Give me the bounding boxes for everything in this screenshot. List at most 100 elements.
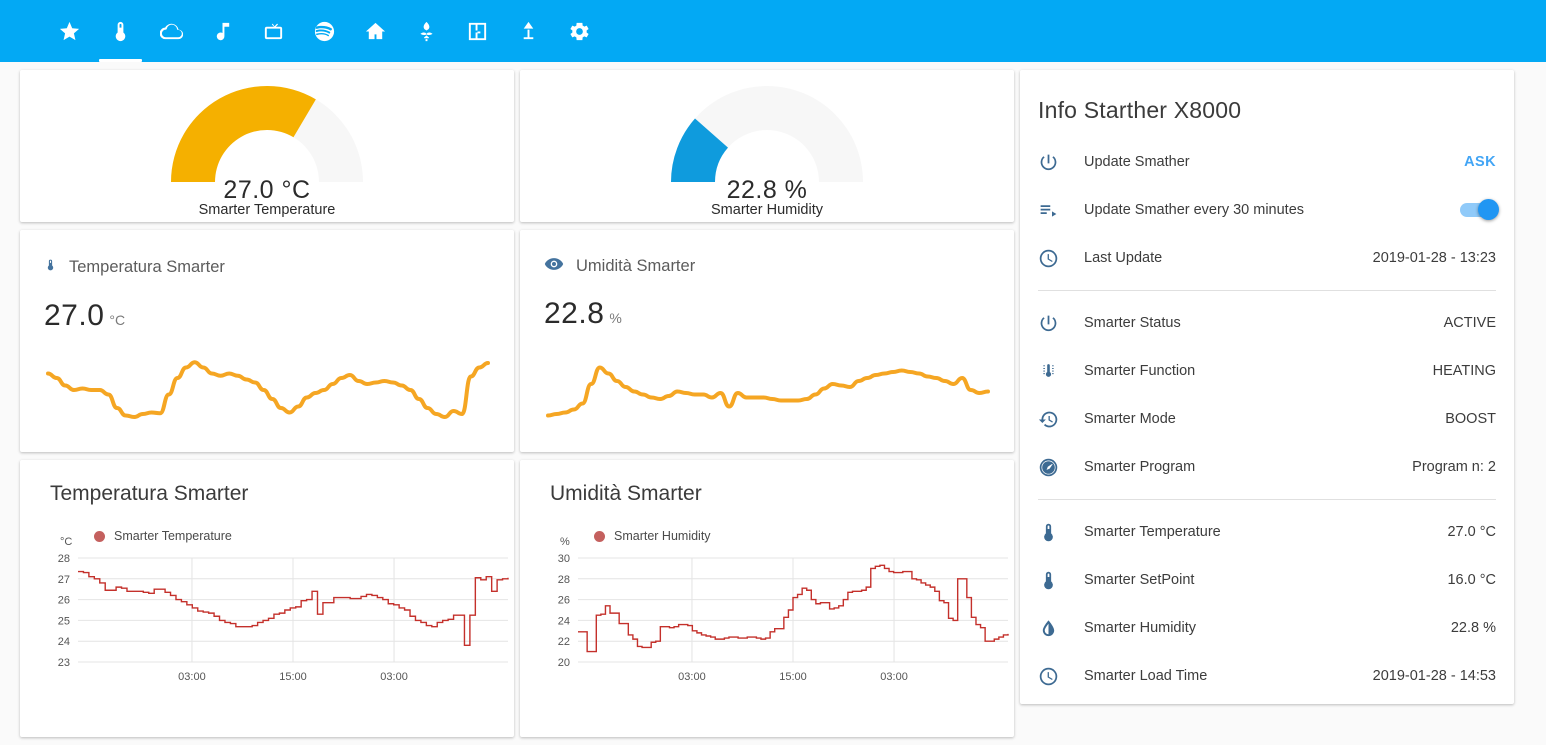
eye-icon [544, 254, 564, 279]
info-row-value: 2019-01-28 - 13:23 [1372, 250, 1496, 266]
y-axis-tick-label: 20 [558, 657, 570, 669]
tab-home[interactable] [350, 0, 401, 62]
speedometer-icon [1038, 457, 1084, 478]
info-row: Smarter Load Time 2019-01-28 - 14:53 [1038, 652, 1496, 700]
tab-spotify[interactable] [299, 0, 350, 62]
x-axis-tick-label: 15:00 [279, 671, 307, 683]
tab-lights[interactable] [503, 0, 554, 62]
info-row-value: BOOST [1445, 411, 1496, 427]
tab-music[interactable] [197, 0, 248, 62]
thermometer-icon [1038, 570, 1084, 591]
gear-icon [568, 20, 591, 43]
x-axis-tick-label: 03:00 [178, 671, 206, 683]
info-row: Smarter Temperature 27.0 °C [1038, 508, 1496, 556]
sensor-card-temperature[interactable]: Temperatura Smarter 27.0 °C [20, 230, 514, 452]
info-rows: Update Smather ASK Update Smather every 30… [1020, 124, 1514, 700]
gauge-value-humidity: 22.8 % [726, 176, 808, 204]
legend-dot-icon [594, 530, 605, 542]
tab-climate[interactable] [95, 0, 146, 62]
sensor-value-block-humidity: 22.8 % [520, 279, 1014, 331]
tab-plants[interactable] [401, 0, 452, 62]
info-row-label: Last Update [1084, 250, 1163, 266]
gauge-card-humidity[interactable]: 22.8 % Smarter Humidity [520, 70, 1014, 222]
info-row-label: Update Smather [1084, 154, 1190, 170]
chart-title-humidity: Umidità Smarter [550, 482, 702, 505]
chart-legend-humidity[interactable]: Smarter Humidity [520, 506, 1014, 543]
spotify-icon [313, 20, 336, 43]
chart-legend-temperature[interactable]: Smarter Temperature [20, 506, 514, 543]
chart-yaxis-unit-humidity: % [560, 536, 570, 548]
chart-yaxis-unit-temperature: °C [60, 536, 73, 548]
water-icon [1038, 618, 1084, 639]
sparkline-temperature [40, 339, 498, 444]
chart-title-temperature: Temperatura Smarter [50, 482, 249, 505]
y-axis-tick-label: 28 [58, 553, 70, 565]
thermometer-icon [1038, 522, 1084, 543]
info-row-label: Smarter Mode [1084, 411, 1176, 427]
tab-tv[interactable] [248, 0, 299, 62]
info-row: Smarter Mode BOOST [1038, 395, 1496, 443]
sparkline-path [546, 365, 990, 418]
x-axis-tick-label: 03:00 [380, 671, 408, 683]
sparkline-humidity [540, 339, 998, 444]
dashboard-content: 27.0 °C Smarter Temperature 22.8 % Smart… [0, 62, 1546, 745]
info-row-label: Smarter Load Time [1084, 668, 1208, 684]
home-icon [364, 20, 387, 43]
info-row-label: Smarter SetPoint [1084, 572, 1195, 588]
tab-floorplan[interactable] [452, 0, 503, 62]
gauge-label-temperature: Smarter Temperature [198, 202, 336, 218]
x-axis-tick-label: 03:00 [678, 671, 706, 683]
playlist-icon [1038, 200, 1084, 221]
gauge-value-arc [171, 85, 316, 182]
chart-legend-label-humidity: Smarter Humidity [614, 529, 711, 543]
x-axis-tick-label: 03:00 [880, 671, 908, 683]
clock-icon [1038, 666, 1084, 687]
sensor-header-temperature: Temperatura Smarter [20, 230, 514, 281]
sensor-title-humidity: Umidità Smarter [576, 257, 696, 275]
y-axis-tick-label: 26 [58, 595, 70, 607]
television-icon [262, 20, 285, 43]
info-group-divider [1038, 499, 1496, 500]
gauge-card-temperature[interactable]: 27.0 °C Smarter Temperature [20, 70, 514, 222]
history-chart-card-temperature[interactable]: Temperatura Smarter Smarter Temperature … [20, 460, 514, 737]
gauge-value-temperature: 27.0 °C [223, 176, 311, 204]
info-row: Smarter SetPoint 16.0 °C [1038, 556, 1496, 604]
gauge-text-humidity: 22.8 % Smarter Humidity [617, 176, 917, 218]
tab-favorites[interactable] [44, 0, 95, 62]
y-axis-tick-label: 30 [558, 553, 570, 565]
y-axis-tick-label: 24 [558, 615, 570, 627]
info-row: Update Smather ASK [1038, 138, 1496, 186]
sensor-card-humidity[interactable]: Umidità Smarter 22.8 % [520, 230, 1014, 452]
tab-weather[interactable] [146, 0, 197, 62]
chart-plot-humidity: 20 22 24 26 28 30 03:00 15:00 03:00 [520, 552, 1014, 692]
info-row-value: HEATING [1432, 363, 1496, 379]
info-row-value: 22.8 % [1450, 620, 1496, 636]
sparkline-path [46, 360, 490, 419]
star-icon [58, 20, 81, 43]
info-row-value: 27.0 °C [1447, 524, 1496, 540]
legend-dot-icon [94, 530, 105, 542]
info-row-value: 2019-01-28 - 14:53 [1372, 668, 1496, 684]
info-row-value: 16.0 °C [1447, 572, 1496, 588]
y-axis-tick-label: 23 [58, 657, 70, 669]
power-icon [1038, 152, 1084, 173]
info-row: Smarter Program Program n: 2 [1038, 443, 1496, 491]
cloud-icon [160, 20, 183, 43]
info-row-action[interactable]: ASK [1464, 154, 1496, 170]
lamp-icon [517, 20, 540, 43]
y-axis-tick-label: 24 [58, 636, 70, 648]
info-row[interactable]: Update Smather every 30 minutes [1038, 186, 1499, 234]
info-group-divider [1038, 290, 1496, 291]
sensor-value-block-temperature: 27.0 °C [20, 281, 514, 333]
tab-settings[interactable] [554, 0, 605, 62]
history-chart-card-humidity[interactable]: Umidità Smarter Smarter Humidity % 20 22 2… [520, 460, 1014, 737]
gauge-text-temperature: 27.0 °C Smarter Temperature [117, 176, 417, 218]
info-row: Smarter Status ACTIVE [1038, 299, 1496, 347]
sensor-unit-temperature: °C [109, 312, 126, 328]
info-row-label: Smarter Temperature [1084, 524, 1221, 540]
power-icon [1038, 313, 1084, 334]
gauge-label-humidity: Smarter Humidity [711, 202, 823, 218]
humidity-gauge [667, 82, 867, 186]
info-row-label: Smarter Program [1084, 459, 1196, 475]
update-interval-toggle[interactable] [1460, 199, 1499, 220]
